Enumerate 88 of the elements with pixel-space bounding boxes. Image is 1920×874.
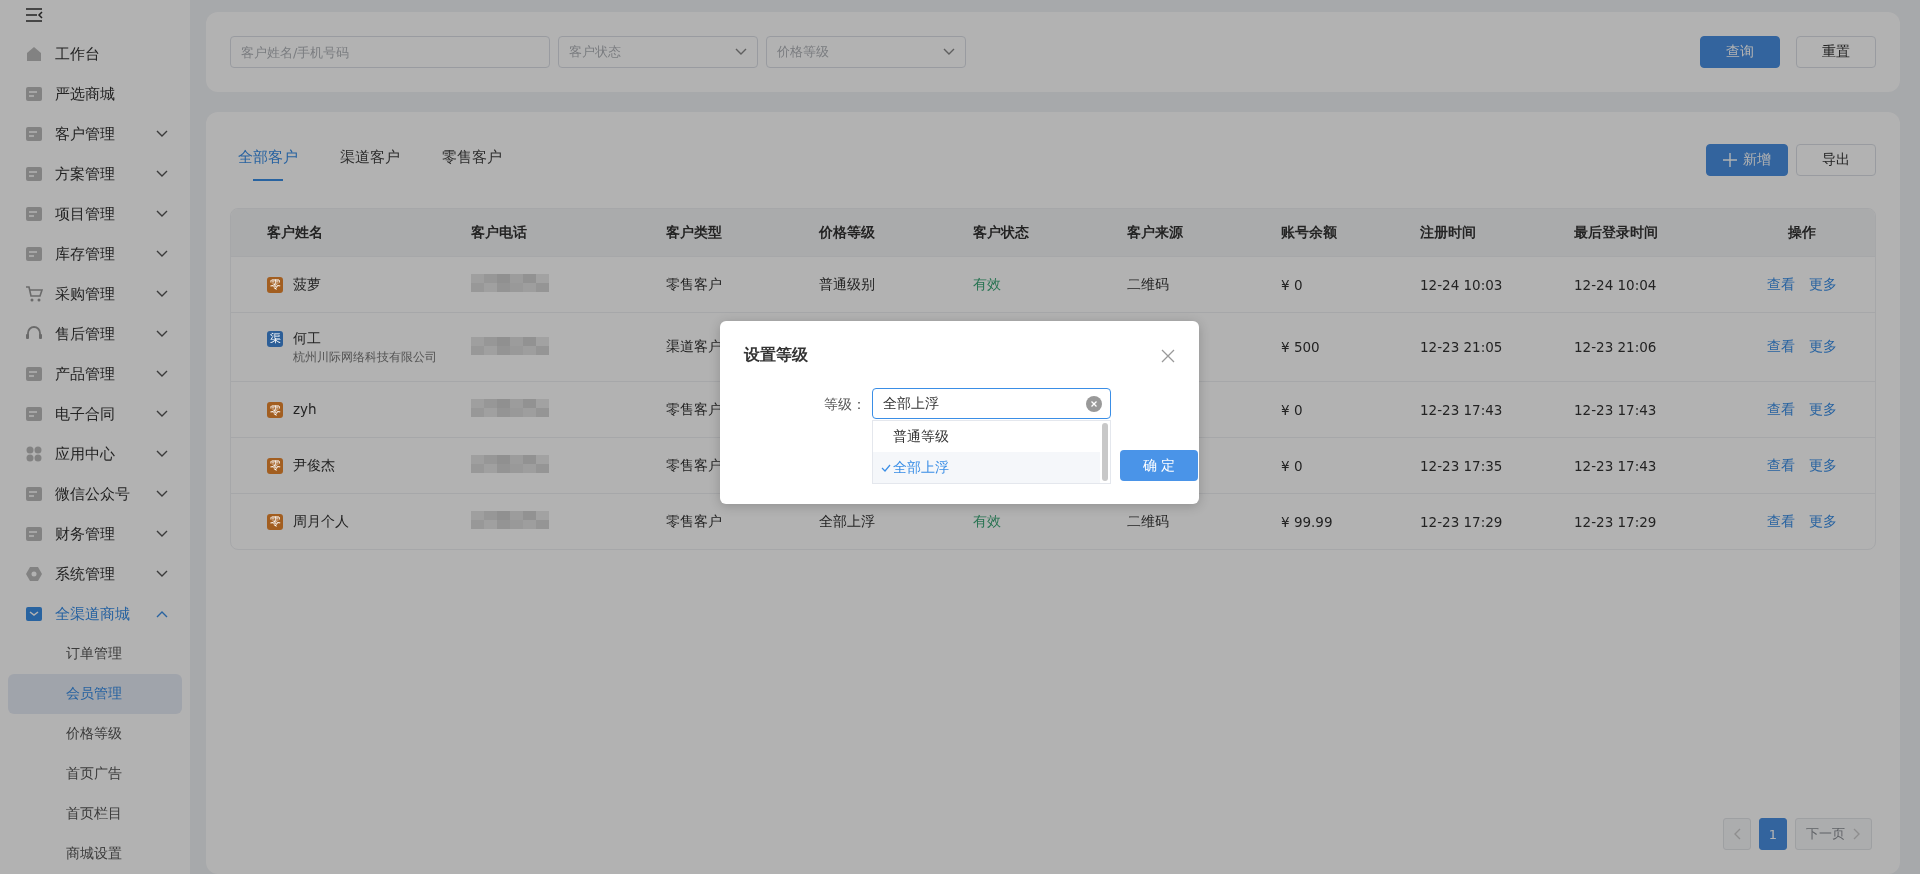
- table-cell: 二维码: [1127, 512, 1169, 529]
- column-header: 价格等级: [819, 223, 876, 242]
- dialog-title: 设置等级: [744, 345, 808, 366]
- table-cell: ¥ 0: [1281, 457, 1303, 474]
- sidebar-subitem[interactable]: 价格等级: [8, 714, 182, 754]
- sidebar-item[interactable]: 项目管理: [0, 194, 190, 234]
- table-cell: 全部上浮: [819, 512, 875, 529]
- column-header: 客户状态: [973, 223, 1030, 242]
- dropdown-option[interactable]: 全部上浮: [873, 452, 1100, 483]
- table-cell: 12-23 17:29: [1574, 513, 1657, 530]
- table-cell: ¥ 500: [1281, 339, 1320, 355]
- column-header: 客户来源: [1127, 223, 1184, 242]
- row-link[interactable]: 更多: [1808, 338, 1837, 356]
- row-link[interactable]: 更多: [1808, 275, 1837, 294]
- customer-type-badge: 零: [267, 402, 283, 418]
- sidebar-item[interactable]: 财务管理: [0, 514, 190, 554]
- table-cell: 有效: [973, 275, 1001, 292]
- column-header: 注册时间: [1420, 223, 1477, 242]
- dropdown-option[interactable]: 普通等级: [873, 421, 1100, 452]
- table-cell: 零售客户: [666, 275, 722, 292]
- page-number[interactable]: 1: [1759, 818, 1787, 850]
- column-header: 客户姓名: [267, 223, 324, 242]
- sidebar-item[interactable]: 系统管理: [0, 554, 190, 594]
- query-button[interactable]: 查询: [1700, 36, 1780, 68]
- table-cell: 有效: [973, 512, 1001, 529]
- table-cell: ¥ 99.99: [1281, 513, 1333, 530]
- customer-name: 尹俊杰: [293, 456, 335, 475]
- tab[interactable]: 全部客户: [238, 139, 298, 181]
- sidebar-item[interactable]: 全渠道商城: [0, 594, 190, 634]
- table-cell: 12-23 21:06: [1574, 339, 1657, 355]
- row-link[interactable]: 查看: [1766, 275, 1795, 294]
- reset-button[interactable]: 重置: [1796, 36, 1876, 68]
- sidebar-subitem[interactable]: 首页广告: [8, 754, 182, 794]
- table-cell: 零售客户: [666, 512, 722, 529]
- customer-name: 何工: [293, 329, 322, 348]
- row-link[interactable]: 更多: [1808, 512, 1837, 531]
- sidebar-item[interactable]: 微信公众号: [0, 474, 190, 514]
- sidebar-item[interactable]: 产品管理: [0, 354, 190, 394]
- sidebar-item[interactable]: 工作台: [0, 34, 190, 74]
- row-link[interactable]: 查看: [1766, 456, 1795, 475]
- sidebar-item[interactable]: 方案管理: [0, 154, 190, 194]
- tab[interactable]: 零售客户: [442, 139, 502, 181]
- sidebar-subitem[interactable]: 订单管理: [8, 634, 182, 674]
- level-select[interactable]: 全部上浮: [872, 388, 1111, 419]
- column-header: 账号余额: [1281, 223, 1338, 242]
- sidebar-subitem[interactable]: 商城设置: [8, 834, 182, 874]
- row-link[interactable]: 更多: [1808, 456, 1837, 475]
- sidebar-item[interactable]: 采购管理: [0, 274, 190, 314]
- sidebar-item[interactable]: 售后管理: [0, 314, 190, 354]
- sidebar-item[interactable]: 电子合同: [0, 394, 190, 434]
- export-button[interactable]: 导出: [1796, 144, 1876, 176]
- table-cell: 12-24 10:04: [1574, 276, 1657, 293]
- company-name: 杭州川际网络科技有限公司: [293, 349, 437, 365]
- table-cell: 12-23 21:05: [1420, 339, 1503, 355]
- field-label: 等级：: [824, 396, 866, 414]
- customer-name: zyh: [293, 401, 317, 417]
- row-link[interactable]: 更多: [1808, 400, 1837, 419]
- column-header: 操作: [1786, 223, 1817, 242]
- customer-type-badge: 零: [267, 457, 283, 474]
- customer-type-badge: 渠: [267, 330, 283, 347]
- row-link[interactable]: 查看: [1766, 400, 1795, 419]
- tab[interactable]: 渠道客户: [340, 139, 400, 181]
- table-cell: 12-23 17:35: [1420, 457, 1503, 474]
- table-cell: ¥ 0: [1281, 401, 1303, 418]
- column-header: 客户类型: [666, 223, 723, 242]
- row-link[interactable]: 查看: [1766, 512, 1795, 531]
- column-header: 最后登录时间: [1574, 223, 1659, 242]
- table-cell: 二维码: [1127, 275, 1169, 292]
- table-cell: 12-23 17:43: [1420, 401, 1503, 418]
- table-cell: 12-23 17:43: [1574, 457, 1657, 474]
- column-header: 客户电话: [471, 223, 528, 242]
- sidebar-item[interactable]: 严选商城: [0, 74, 190, 114]
- customer-type-badge: 零: [267, 513, 283, 530]
- sidebar-subitem[interactable]: 首页栏目: [8, 794, 182, 834]
- sidebar-item[interactable]: 应用中心: [0, 434, 190, 474]
- sidebar-item[interactable]: 客户管理: [0, 114, 190, 154]
- table-cell: ¥ 0: [1281, 276, 1303, 293]
- table-cell: 12-23 17:29: [1420, 513, 1503, 530]
- table-cell: 普通级别: [819, 275, 875, 292]
- customer-type-badge: 零: [267, 276, 283, 293]
- confirm-button[interactable]: 确 定: [1120, 450, 1198, 481]
- customer-name: 周月个人: [293, 512, 349, 531]
- row-link[interactable]: 查看: [1766, 338, 1795, 356]
- add-button[interactable]: 新增: [1706, 144, 1788, 176]
- customer-name: 菠萝: [293, 275, 321, 294]
- table-cell: 12-24 10:03: [1420, 276, 1503, 293]
- table-cell: 12-23 17:43: [1574, 401, 1657, 418]
- sidebar-item[interactable]: 库存管理: [0, 234, 190, 274]
